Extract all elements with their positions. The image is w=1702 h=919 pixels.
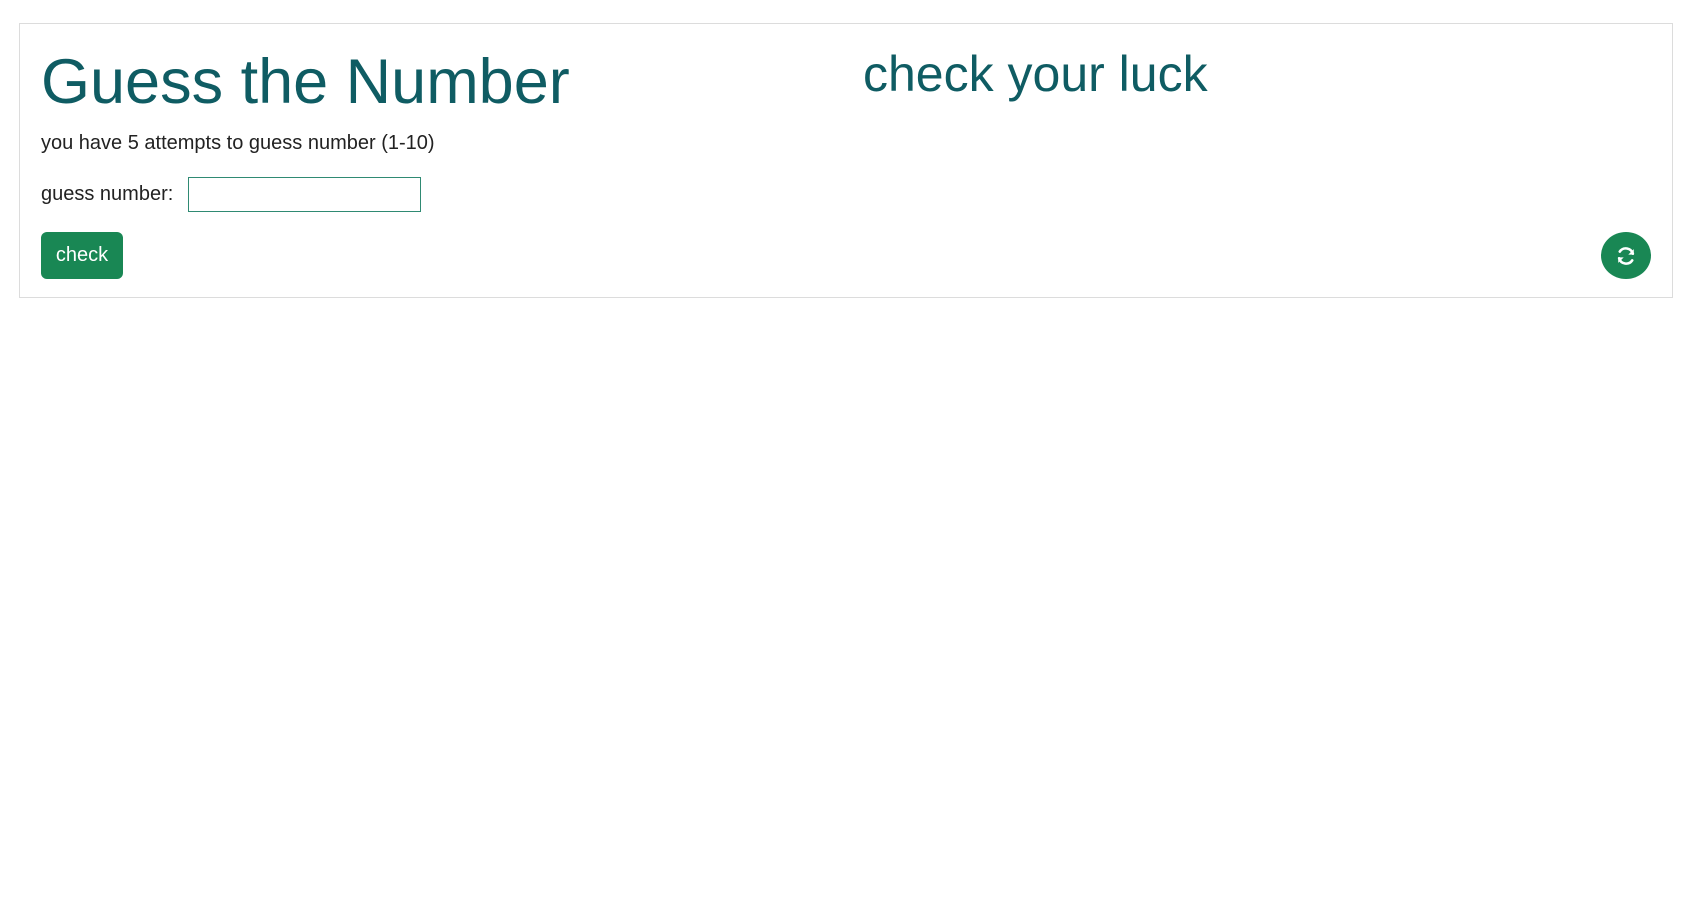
refresh-icon	[1615, 245, 1637, 267]
tagline: check your luck	[863, 46, 1208, 102]
check-button[interactable]: check	[41, 232, 123, 279]
instructions-text: you have 5 attempts to guess number (1-1…	[41, 132, 435, 154]
refresh-button[interactable]	[1601, 232, 1651, 279]
guess-row: guess number:	[41, 176, 422, 212]
page-title: Guess the Number	[41, 47, 570, 117]
game-card: Guess the Number check your luck you hav…	[19, 23, 1673, 298]
guess-label: guess number:	[41, 182, 174, 205]
guess-input[interactable]	[188, 176, 422, 212]
